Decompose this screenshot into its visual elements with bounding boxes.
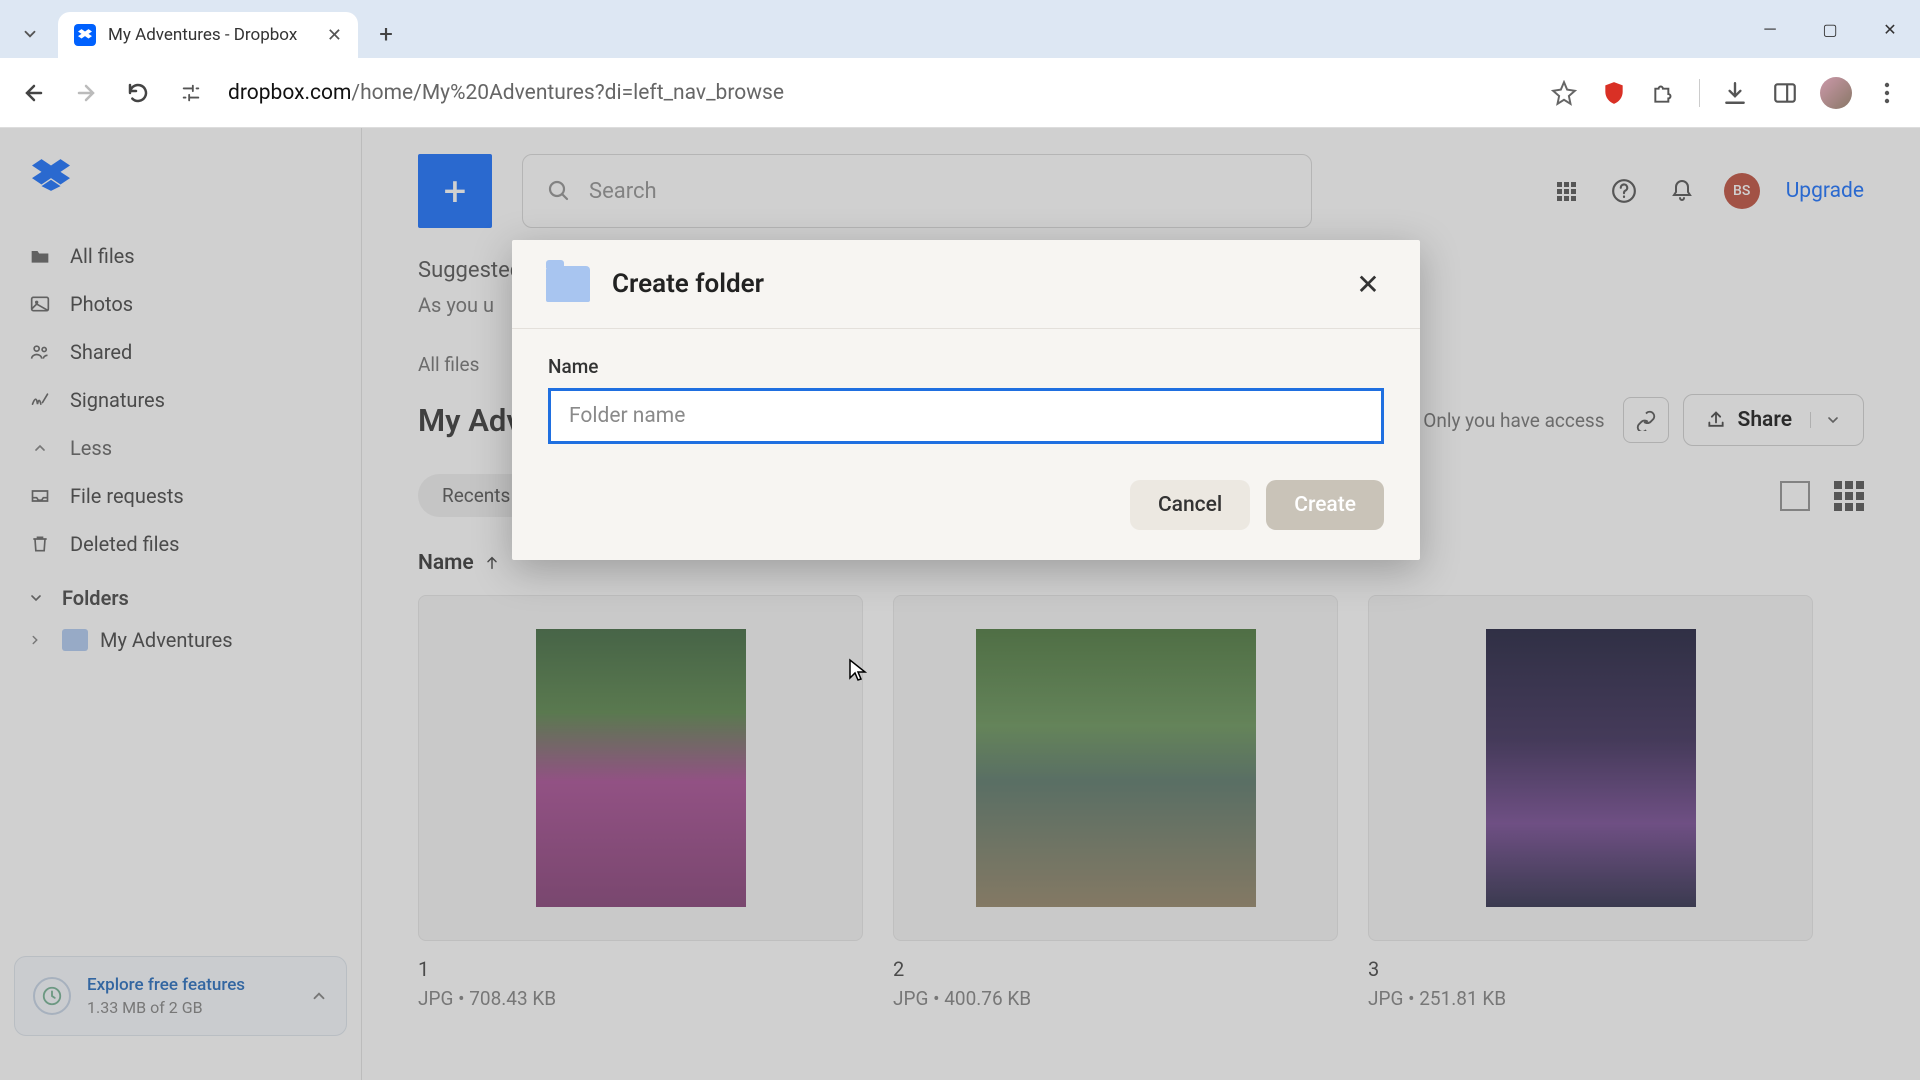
dropbox-favicon bbox=[74, 24, 96, 46]
new-tab-button[interactable]: + bbox=[366, 14, 406, 54]
modal-header: Create folder ✕ bbox=[512, 240, 1420, 329]
tune-icon bbox=[180, 82, 202, 104]
toolbar-icons bbox=[1549, 77, 1902, 109]
profile-avatar[interactable] bbox=[1820, 77, 1852, 109]
close-window-button[interactable]: ✕ bbox=[1860, 0, 1920, 58]
folder-icon bbox=[546, 266, 590, 302]
modal-title: Create folder bbox=[612, 269, 764, 299]
site-settings-button[interactable] bbox=[174, 76, 208, 110]
url-domain: dropbox.com bbox=[228, 81, 351, 105]
forward-button[interactable] bbox=[70, 77, 102, 109]
tab-close-button[interactable]: ✕ bbox=[327, 25, 342, 46]
chrome-menu-button[interactable] bbox=[1872, 78, 1902, 108]
modal-actions: Cancel Create bbox=[512, 454, 1420, 560]
star-icon bbox=[1551, 80, 1577, 106]
puzzle-icon bbox=[1651, 80, 1677, 106]
separator bbox=[1699, 79, 1700, 107]
bookmark-button[interactable] bbox=[1549, 78, 1579, 108]
browser-chrome: My Adventures - Dropbox ✕ + ─ ▢ ✕ dropbo… bbox=[0, 0, 1920, 128]
tab-title: My Adventures - Dropbox bbox=[108, 25, 315, 45]
tab-strip: My Adventures - Dropbox ✕ + bbox=[0, 0, 1920, 58]
downloads-button[interactable] bbox=[1720, 78, 1750, 108]
url-path: /home/My%20Adventures?di=left_nav_browse bbox=[351, 81, 784, 105]
reload-icon bbox=[126, 81, 150, 105]
sidepanel-button[interactable] bbox=[1770, 78, 1800, 108]
window-controls: ─ ▢ ✕ bbox=[1740, 0, 1920, 58]
minimize-button[interactable]: ─ bbox=[1740, 0, 1800, 58]
create-folder-modal: Create folder ✕ Name Cancel Create bbox=[512, 240, 1420, 560]
cancel-button[interactable]: Cancel bbox=[1130, 480, 1250, 530]
extensions-button[interactable] bbox=[1649, 78, 1679, 108]
maximize-button[interactable]: ▢ bbox=[1800, 0, 1860, 58]
create-button[interactable]: Create bbox=[1266, 480, 1384, 530]
shield-icon bbox=[1601, 80, 1627, 106]
reload-button[interactable] bbox=[122, 77, 154, 109]
address-bar: dropbox.com/home/My%20Adventures?di=left… bbox=[0, 58, 1920, 128]
modal-close-button[interactable]: ✕ bbox=[1350, 266, 1386, 302]
panel-icon bbox=[1772, 80, 1798, 106]
url-field[interactable]: dropbox.com/home/My%20Adventures?di=left… bbox=[228, 81, 1529, 105]
modal-body: Name bbox=[512, 329, 1420, 454]
browser-tab[interactable]: My Adventures - Dropbox ✕ bbox=[58, 12, 358, 58]
tab-search-dropdown[interactable] bbox=[10, 14, 50, 54]
dropbox-icon bbox=[78, 29, 92, 41]
kebab-icon bbox=[1884, 82, 1890, 104]
chevron-down-icon bbox=[21, 25, 39, 43]
name-field-label: Name bbox=[548, 355, 1384, 378]
folder-name-input[interactable] bbox=[548, 388, 1384, 444]
download-icon bbox=[1722, 80, 1748, 106]
arrow-left-icon bbox=[22, 81, 46, 105]
extension-ublock[interactable] bbox=[1599, 78, 1629, 108]
arrow-right-icon bbox=[74, 81, 98, 105]
back-button[interactable] bbox=[18, 77, 50, 109]
